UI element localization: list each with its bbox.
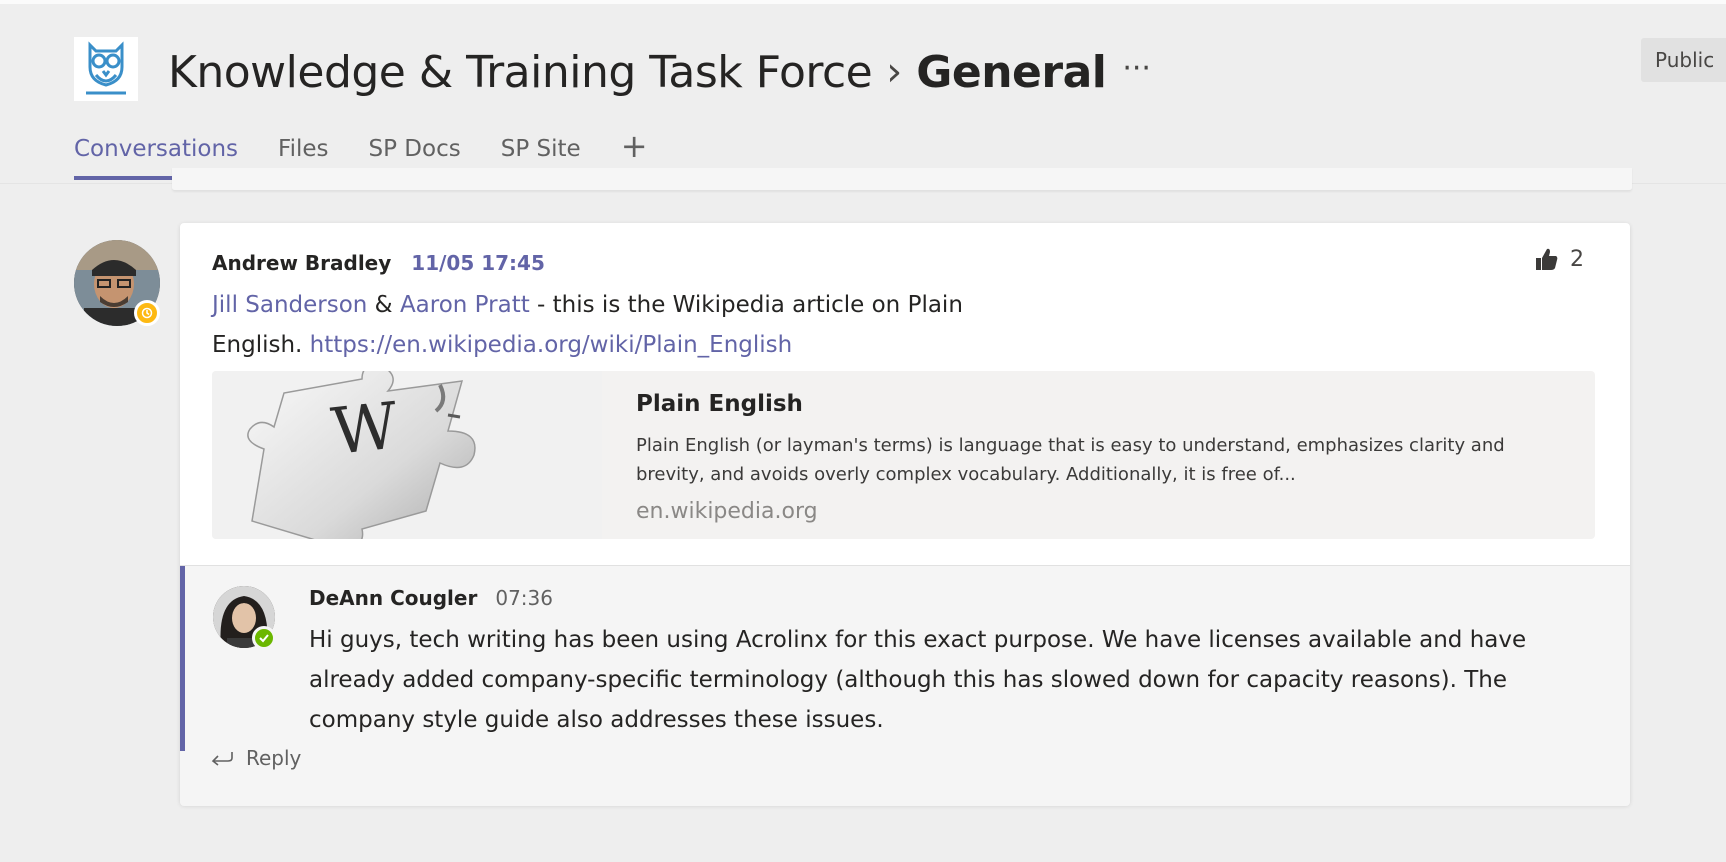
- visibility-badge: Public: [1641, 38, 1726, 82]
- like-count: 2: [1570, 246, 1584, 272]
- mention-aaron-pratt[interactable]: Aaron Pratt: [400, 292, 530, 318]
- reply-author-name[interactable]: DeAnn Cougler: [309, 586, 477, 610]
- available-status-icon: [252, 626, 276, 650]
- like-icon: [1536, 248, 1558, 270]
- preview-description: Plain English (or layman's terms) is lan…: [636, 435, 1505, 485]
- wikipedia-puzzle-image: W: [212, 371, 602, 539]
- more-options-icon[interactable]: ···: [1122, 51, 1151, 86]
- message-text: - this is the Wikipedia article on Plain: [529, 292, 963, 318]
- channel-header: Knowledge & Training Task Force › Genera…: [0, 0, 1726, 180]
- message-header: Andrew Bradley 11/05 17:45: [212, 251, 545, 275]
- link-preview-card[interactable]: W Plain English Plain English (or layman…: [212, 371, 1595, 539]
- team-logo[interactable]: [74, 37, 138, 101]
- reply-timestamp[interactable]: 07:36: [495, 586, 553, 610]
- add-tab-icon[interactable]: +: [621, 130, 648, 162]
- reply-label: Reply: [246, 746, 302, 770]
- reply-button[interactable]: Reply: [210, 746, 301, 770]
- reply-accent-bar: [180, 566, 185, 751]
- away-status-icon: [134, 300, 160, 326]
- message-body: Jill Sanderson & Aaron Pratt - this is t…: [212, 285, 1462, 365]
- reply-icon: [211, 752, 233, 766]
- mention-jill-sanderson[interactable]: Jill Sanderson: [212, 292, 367, 318]
- message-link[interactable]: https://en.wikipedia.org/wiki/Plain_Engl…: [310, 332, 793, 358]
- preview-domain: en.wikipedia.org: [636, 499, 818, 524]
- author-name[interactable]: Andrew Bradley: [212, 251, 391, 275]
- channel-name: General: [916, 46, 1107, 98]
- message-text-continued: English.: [212, 332, 310, 358]
- channel-title: Knowledge & Training Task Force › Genera…: [168, 42, 1151, 102]
- breadcrumb-separator: ›: [886, 49, 903, 95]
- message-thread: Andrew Bradley 11/05 17:45 2 Jill Sander…: [180, 223, 1630, 806]
- reply-text: Hi guys, tech writing has been using Acr…: [309, 627, 1527, 733]
- message-timestamp[interactable]: 11/05 17:45: [411, 251, 545, 275]
- mention-conjunction: &: [367, 292, 400, 318]
- preview-title[interactable]: Plain English: [636, 391, 803, 417]
- wikipedia-logo-letter: W: [328, 389, 401, 469]
- reply-header: DeAnn Cougler 07:36: [309, 586, 553, 610]
- like-reaction[interactable]: 2: [1532, 245, 1584, 273]
- reply-section: DeAnn Cougler 07:36 Hi guys, tech writin…: [180, 565, 1630, 806]
- previous-message-card: [172, 168, 1632, 191]
- owl-icon: [86, 41, 126, 95]
- team-name[interactable]: Knowledge & Training Task Force: [168, 47, 873, 98]
